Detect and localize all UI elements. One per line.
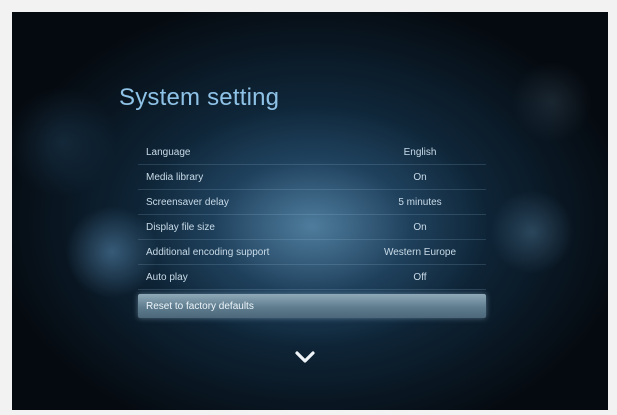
setting-row-additional-encoding-support[interactable]: Additional encoding support Western Euro…	[138, 240, 486, 265]
setting-label: Display file size	[146, 222, 215, 233]
setting-value: 5 minutes	[398, 197, 442, 208]
chevron-down-icon[interactable]	[294, 350, 316, 364]
setting-value: Western Europe	[383, 247, 457, 258]
setting-row-language[interactable]: Language English	[138, 140, 486, 165]
setting-row-screensaver-delay[interactable]: Screensaver delay 5 minutes	[138, 190, 486, 215]
setting-row-media-library[interactable]: Media library On	[138, 165, 486, 190]
setting-value: On	[413, 222, 427, 233]
setting-row-display-file-size[interactable]: Display file size On	[138, 215, 486, 240]
setting-label: Additional encoding support	[146, 247, 270, 258]
tv-screen: System setting Language English Media li…	[12, 12, 608, 410]
setting-label: Reset to factory defaults	[146, 301, 254, 312]
reset-to-factory-defaults-item[interactable]: Reset to factory defaults	[138, 294, 486, 318]
setting-value: Off	[413, 272, 427, 283]
device-frame: System setting Language English Media li…	[0, 0, 617, 415]
setting-label: Auto play	[146, 272, 188, 283]
setting-label: Media library	[146, 172, 204, 183]
page-title: System setting	[119, 84, 280, 111]
setting-row-auto-play[interactable]: Auto play Off	[138, 265, 486, 290]
setting-label: Language	[146, 147, 191, 158]
setting-label: Screensaver delay	[146, 197, 229, 208]
setting-value: On	[413, 172, 427, 183]
settings-list: Language English Media library On Screen…	[138, 140, 486, 318]
setting-value: English	[403, 147, 437, 158]
